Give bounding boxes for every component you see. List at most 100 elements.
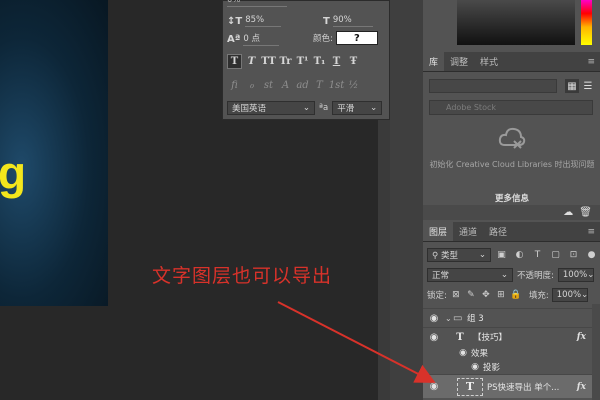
lock-label: 锁定:: [427, 291, 447, 301]
lock-image-icon[interactable]: ✎: [465, 289, 477, 301]
language-value: 美国英语: [232, 104, 267, 114]
eye-icon[interactable]: ◉: [423, 313, 445, 324]
baseline-shift-field[interactable]: 0 点: [243, 32, 280, 46]
layer-row-selected-text[interactable]: ◉ T PS快速导出 单个... fx: [423, 374, 600, 398]
smart-object-filter-icon[interactable]: ⊡: [566, 249, 581, 262]
layer-name: PS快速导出 单个...: [487, 382, 560, 393]
underline-button[interactable]: T: [329, 54, 344, 69]
ordinals-button[interactable]: 1st: [329, 78, 345, 93]
trash-icon[interactable]: 🗑: [579, 207, 592, 218]
eye-icon[interactable]: ◉: [423, 362, 483, 372]
baseline-shift-icon: Aª: [227, 33, 241, 45]
fractions-button[interactable]: ½: [346, 78, 361, 93]
text-layer-icon: T: [456, 331, 464, 343]
filter-type-value: ⚲ 类型: [432, 251, 458, 261]
libraries-footer: ☁ 🗑: [423, 205, 600, 220]
tab-styles[interactable]: 样式: [474, 52, 504, 71]
style-buttons: T T TT Tr T¹ T₁ T Ŧ: [227, 54, 361, 69]
hue-slider[interactable]: [581, 0, 592, 45]
opacity-value: 100%: [562, 270, 588, 280]
superscript-button[interactable]: T¹: [295, 54, 310, 69]
character-panel: 0% ↕T 85% T 90% Aª 0 点 颜色: ? T T TT Tr T…: [222, 0, 390, 120]
tab-paths[interactable]: 路径: [483, 222, 513, 241]
adjustment-filter-icon[interactable]: ◐: [512, 249, 527, 262]
fx-icon[interactable]: fx: [577, 332, 586, 342]
blend-row: 正常 ⌄ 不透明度: 100% ⌄: [423, 268, 600, 282]
eye-icon[interactable]: ◉: [423, 381, 445, 392]
vertical-scale-field[interactable]: 85%: [245, 15, 282, 27]
layer-row-group[interactable]: ◉ ⌄ ▭ 组 3: [423, 308, 600, 327]
lock-all-icon[interactable]: 🔒: [510, 289, 522, 301]
faux-italic-button[interactable]: T: [244, 54, 259, 69]
lock-position-icon[interactable]: ✥: [480, 289, 492, 301]
fill-field[interactable]: 100% ⌄: [551, 288, 588, 302]
panel-menu-icon[interactable]: ≡: [582, 222, 600, 241]
tab-channels[interactable]: 通道: [453, 222, 483, 241]
text-color-swatch[interactable]: ?: [335, 31, 378, 45]
opacity-label: 不透明度:: [517, 271, 554, 281]
layer-row-drop-shadow[interactable]: ◉ 投影: [423, 360, 600, 374]
more-info-link[interactable]: 更多信息: [429, 192, 595, 204]
contextual-alternates-button[interactable]: ℴ: [244, 78, 259, 93]
panel-menu-icon[interactable]: ≡: [582, 52, 600, 71]
color-panel: [423, 0, 600, 50]
stock-search-input[interactable]: Adobe Stock: [429, 100, 593, 115]
fx-icon[interactable]: fx: [577, 382, 586, 392]
fill-value: 100%: [556, 290, 582, 300]
tab-libraries[interactable]: 库: [423, 52, 445, 71]
antialias-select[interactable]: 平滑 ⌄: [332, 101, 383, 115]
eye-icon[interactable]: ◉: [423, 332, 445, 343]
lock-transparent-icon[interactable]: ⊠: [450, 289, 462, 301]
stylistic-alternates-button[interactable]: ad: [295, 78, 310, 93]
layer-row-effects[interactable]: ◉ 效果: [423, 346, 600, 360]
leading-field[interactable]: 0%: [227, 0, 287, 7]
chevron-down-icon: ⌄: [478, 250, 486, 260]
libraries-tab-bar: 库 调整 样式 ≡: [423, 52, 600, 72]
tab-adjustments[interactable]: 调整: [444, 52, 474, 71]
filter-toggle-icon[interactable]: ●: [584, 249, 599, 262]
vertical-scale-row: ↕T 85%: [227, 15, 282, 27]
layer-name: 【技巧】: [473, 333, 508, 343]
filter-type-select[interactable]: ⚲ 类型 ⌄: [427, 248, 491, 262]
library-select[interactable]: [429, 79, 557, 93]
discretionary-ligatures-button[interactable]: st: [261, 78, 276, 93]
eye-icon[interactable]: ◉: [423, 348, 471, 358]
horizontal-scale-field[interactable]: 90%: [332, 15, 373, 27]
lock-artboard-icon[interactable]: ⊞: [495, 289, 507, 301]
ligatures-button[interactable]: fi: [227, 78, 242, 93]
color-row: 颜色: ?: [313, 31, 378, 45]
opacity-field[interactable]: 100% ⌄: [557, 268, 595, 282]
annotation-text: 文字图层也可以导出: [152, 265, 333, 287]
tab-layers[interactable]: 图层: [423, 222, 454, 241]
libraries-panel: ▦ ☰ Adobe Stock 初始化 Creative Cloud Libra…: [423, 72, 600, 220]
chevron-down-icon[interactable]: ⌄: [445, 314, 453, 323]
layers-scrollbar[interactable]: [592, 304, 600, 400]
chevron-down-icon: ⌄: [500, 270, 508, 280]
creative-cloud-icon[interactable]: ☁: [563, 207, 573, 218]
language-select[interactable]: 美国英语 ⌄: [227, 101, 315, 115]
shape-filter-icon[interactable]: ▢: [548, 249, 563, 262]
subscript-button[interactable]: T₁: [312, 54, 327, 69]
swash-button[interactable]: A: [278, 78, 293, 93]
type-filter-icon[interactable]: T: [530, 249, 545, 262]
faux-bold-button[interactable]: T: [227, 54, 242, 69]
titling-alternates-button[interactable]: T: [312, 78, 327, 93]
layer-name: 组 3: [467, 314, 484, 324]
layer-row-text[interactable]: ◉ T 【技巧】 fx: [423, 327, 600, 346]
color-field[interactable]: [457, 0, 575, 45]
strikethrough-button[interactable]: Ŧ: [346, 54, 361, 69]
small-caps-button[interactable]: Tr: [278, 54, 293, 69]
list-view-icon[interactable]: ☰: [581, 79, 595, 93]
pixel-filter-icon[interactable]: ▣: [494, 249, 509, 262]
opentype-buttons: fi ℴ st A ad T 1st ½: [227, 78, 361, 93]
blend-mode-select[interactable]: 正常 ⌄: [427, 268, 513, 282]
grid-view-icon[interactable]: ▦: [565, 79, 579, 93]
chevron-down-icon: ⌄: [370, 103, 378, 113]
all-caps-button[interactable]: TT: [261, 54, 276, 69]
cloud-error-icon: [498, 127, 526, 149]
vertical-scale-icon: ↕T: [227, 15, 243, 27]
layer-filter-row: ⚲ 类型 ⌄ ▣ ◐ T ▢ ⊡ ●: [423, 248, 600, 262]
chevron-down-icon: ⌄: [587, 270, 595, 280]
language-row: 美国英语 ⌄ ªa 平滑 ⌄: [227, 101, 383, 115]
horizontal-scale-icon: T: [323, 15, 330, 27]
